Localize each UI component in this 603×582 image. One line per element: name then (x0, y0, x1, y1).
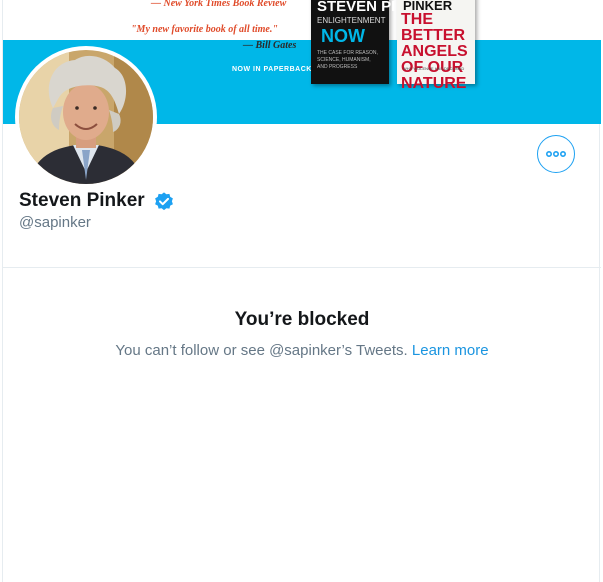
book-subtitle: ENLIGHTENMENT (317, 16, 386, 25)
book-tagline: THE CASE FOR REASON, SCIENCE, HUMANISM, … (317, 50, 378, 70)
book-cover-better-angels: PINKER THE BETTER ANGELS OF OUR NATURE W… (397, 0, 475, 92)
book-title: NOW (321, 26, 365, 46)
banner-paperback-label: NOW IN PAPERBACK (232, 66, 312, 73)
profile-page: — New York Times Book Review "My new fav… (2, 0, 601, 582)
divider (3, 267, 601, 268)
banner-quote-gates: "My new favorite book of all time." (131, 24, 278, 35)
blocked-message: You can’t follow or see @sapinker’s Twee… (3, 342, 601, 359)
book-title: THE BETTER ANGELS OF OUR NATURE (401, 11, 468, 92)
more-options-button[interactable] (537, 135, 575, 173)
learn-more-link[interactable]: Learn more (412, 342, 489, 359)
verified-badge-icon (155, 192, 173, 211)
profile-name: Steven Pinker (19, 190, 145, 211)
banner-quote-attribution: — Bill Gates (243, 40, 297, 51)
blocked-heading: You’re blocked (234, 309, 370, 330)
banner-quote-nyt: — New York Times Book Review (151, 0, 287, 9)
profile-handle: @sapinker (19, 214, 91, 231)
book-tagline: WHY VIOLENCE HAS DECLINED (403, 66, 465, 71)
avatar[interactable] (15, 46, 157, 188)
more-dots-icon (546, 150, 566, 158)
book-cover-enlightenment-now: STEVEN PINKER ENLIGHTENMENT NOW THE CASE… (311, 0, 438, 84)
avatar-photo (19, 50, 153, 184)
blocked-message-text: You can’t follow or see @sapinker’s Twee… (115, 342, 408, 359)
